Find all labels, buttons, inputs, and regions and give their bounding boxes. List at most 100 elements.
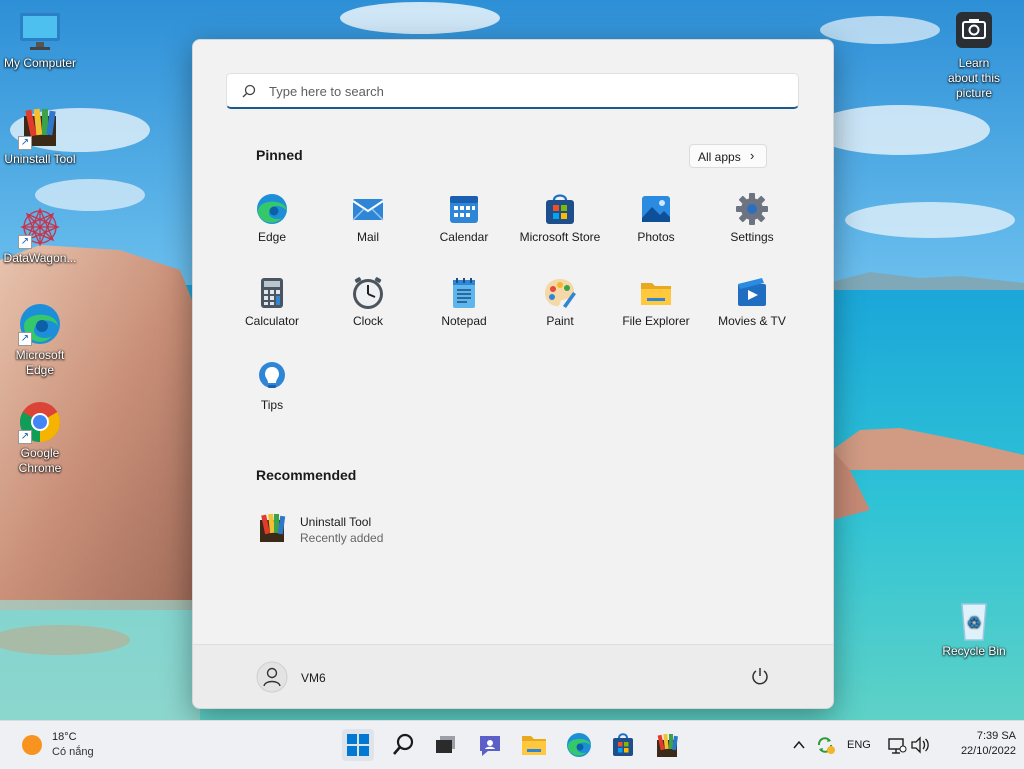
shortcut-arrow-icon: ↗ bbox=[18, 136, 32, 150]
search-icon bbox=[241, 83, 257, 104]
pinned-app-label: Notepad bbox=[441, 314, 487, 328]
desktop-icon-label: Uninstall Tool bbox=[4, 152, 76, 166]
mail-icon bbox=[351, 192, 385, 226]
pinned-app-calendar[interactable]: Calendar bbox=[416, 180, 512, 260]
desktop-icon-label: DataWagon... bbox=[3, 251, 77, 265]
desktop-icon-label: Learn about this picture bbox=[947, 56, 1001, 100]
store-icon bbox=[613, 733, 633, 756]
pinned-app-photos[interactable]: Photos bbox=[608, 180, 704, 260]
language-indicator[interactable]: ENG bbox=[847, 739, 871, 751]
edge-icon bbox=[255, 192, 289, 226]
calculator-icon bbox=[255, 276, 289, 310]
pinned-app-label: Settings bbox=[730, 230, 774, 244]
pinned-app-label: Movies & TV bbox=[718, 314, 786, 328]
uninstall-tool-taskbar-button[interactable] bbox=[651, 729, 683, 761]
system-clock[interactable]: 7:39 SA 22/10/2022 bbox=[936, 729, 1016, 759]
desktop-icon-label: Microsoft Edge bbox=[15, 348, 65, 377]
weather-description: Có nắng bbox=[52, 746, 94, 758]
folder-icon bbox=[639, 276, 673, 310]
svg-text:♻: ♻ bbox=[967, 613, 981, 632]
show-hidden-icons-button[interactable] bbox=[786, 729, 812, 761]
desktop-icon-my-computer[interactable]: My Computer bbox=[0, 10, 80, 71]
desktop-icon-recycle-bin[interactable]: ♻ Recycle Bin bbox=[934, 598, 1014, 659]
recommended-item-subtitle: Recently added bbox=[300, 531, 384, 545]
notepad-icon bbox=[447, 276, 481, 310]
pinned-app-clock[interactable]: Clock bbox=[320, 264, 416, 344]
clock-date: 22/10/2022 bbox=[960, 745, 1016, 757]
power-button[interactable] bbox=[749, 665, 771, 687]
desktop-icon-learn-about-picture[interactable]: Learn about this picture bbox=[934, 10, 1014, 101]
chevron-right-icon: › bbox=[750, 148, 755, 163]
search-box[interactable]: Type here to search bbox=[226, 73, 799, 109]
pinned-app-edge[interactable]: Edge bbox=[224, 180, 320, 260]
pinned-app-mail[interactable]: Mail bbox=[320, 180, 416, 260]
shortcut-arrow-icon: ↗ bbox=[18, 235, 32, 249]
datawagon-icon: ↗ bbox=[16, 205, 64, 249]
taskbar-search-button[interactable] bbox=[387, 729, 419, 761]
edge-taskbar-button[interactable] bbox=[563, 729, 595, 761]
pinned-app-label: Mail bbox=[356, 230, 379, 244]
pinned-app-label: Paint bbox=[546, 314, 574, 328]
pinned-title: Pinned bbox=[256, 147, 303, 163]
pinned-app-paint[interactable]: Paint bbox=[512, 264, 608, 344]
shortcut-arrow-icon: ↗ bbox=[18, 430, 32, 444]
all-apps-button[interactable]: All apps › bbox=[689, 144, 767, 168]
user-name: VM6 bbox=[301, 671, 326, 685]
clock-time: 7:39 SA bbox=[976, 730, 1016, 742]
chat-button[interactable] bbox=[474, 729, 506, 761]
gear-icon bbox=[735, 192, 769, 226]
pinned-app-label: Photos bbox=[637, 230, 675, 244]
edge-icon: ↗ bbox=[16, 302, 64, 346]
folder-icon bbox=[522, 736, 546, 755]
pinned-app-tips[interactable]: Tips bbox=[224, 348, 320, 428]
desktop-icon-microsoft-edge[interactable]: ↗ Microsoft Edge bbox=[0, 302, 80, 378]
pinned-app-file-explorer[interactable]: File Explorer bbox=[608, 264, 704, 344]
recommended-title: Recommended bbox=[256, 467, 357, 483]
all-apps-label: All apps bbox=[698, 150, 741, 164]
uninstall-tool-icon bbox=[256, 512, 288, 544]
volume-icon bbox=[911, 736, 929, 754]
sync-tray-button[interactable] bbox=[812, 729, 838, 761]
pinned-app-label: File Explorer bbox=[622, 314, 690, 328]
monitor-icon bbox=[16, 10, 64, 54]
windows-logo-icon bbox=[347, 734, 369, 756]
pinned-app-label: Tips bbox=[260, 398, 284, 412]
chrome-icon: ↗ bbox=[16, 400, 64, 444]
desktop-icon-label: Google Chrome bbox=[18, 446, 62, 475]
power-icon bbox=[752, 668, 768, 685]
recommended-item[interactable]: Uninstall Tool Recently added bbox=[256, 510, 456, 550]
uninstall-tool-icon: ↗ bbox=[16, 106, 64, 150]
pinned-app-label: Edge bbox=[257, 230, 287, 244]
desktop-icon-uninstall-tool[interactable]: ↗ Uninstall Tool bbox=[0, 106, 80, 167]
task-view-button[interactable] bbox=[429, 729, 461, 761]
pinned-app-notepad[interactable]: Notepad bbox=[416, 264, 512, 344]
movies-icon bbox=[735, 276, 769, 310]
pinned-app-movies-tv[interactable]: Movies & TV bbox=[704, 264, 800, 344]
store-taskbar-button[interactable] bbox=[607, 729, 639, 761]
start-menu-footer: VM6 bbox=[193, 644, 833, 708]
uninstall-tool-icon bbox=[657, 733, 678, 757]
paint-icon bbox=[543, 276, 577, 310]
recommended-item-title: Uninstall Tool bbox=[300, 515, 372, 529]
desktop-icon-label: My Computer bbox=[3, 56, 77, 70]
desktop-icon-datawagon[interactable]: ↗ DataWagon... bbox=[0, 205, 80, 266]
pinned-app-label: Clock bbox=[352, 314, 383, 328]
file-explorer-button[interactable] bbox=[518, 729, 550, 761]
pinned-app-microsoft-store[interactable]: Microsoft Store bbox=[512, 180, 608, 260]
start-button[interactable] bbox=[342, 729, 374, 761]
pinned-app-label: Calendar bbox=[439, 230, 489, 244]
pinned-app-settings[interactable]: Settings bbox=[704, 180, 800, 260]
tips-icon bbox=[255, 360, 289, 394]
desktop-icon-google-chrome[interactable]: ↗ Google Chrome bbox=[0, 400, 80, 476]
store-icon bbox=[543, 192, 577, 226]
desktop-icon-label: Recycle Bin bbox=[942, 644, 1006, 658]
pinned-app-calculator[interactable]: Calculator bbox=[224, 264, 320, 344]
volume-tray-button[interactable] bbox=[908, 729, 932, 761]
taskbar: 18°C Có nắng ENG 7:39 SA 22/10/2022 bbox=[0, 720, 1024, 769]
search-placeholder: Type here to search bbox=[269, 84, 384, 99]
sun-icon bbox=[22, 735, 42, 755]
search-icon bbox=[393, 733, 414, 755]
photos-icon bbox=[639, 192, 673, 226]
network-tray-button[interactable] bbox=[884, 729, 908, 761]
avatar-icon bbox=[256, 661, 288, 693]
